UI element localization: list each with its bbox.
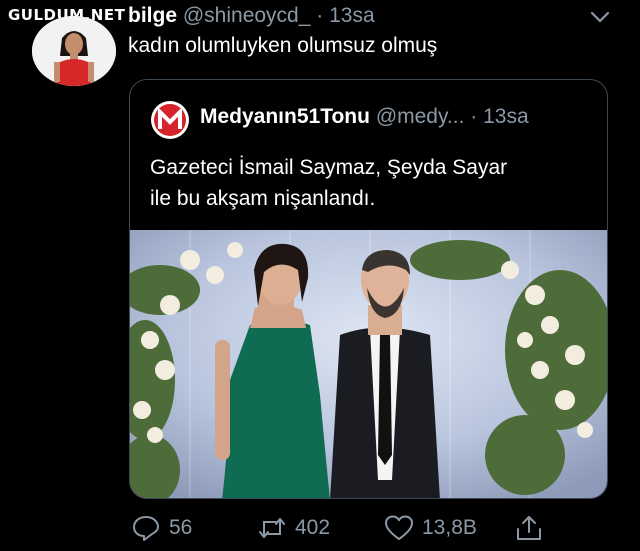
separator: · bbox=[316, 4, 324, 27]
timestamp[interactable]: 13sa bbox=[329, 4, 375, 27]
reply-icon bbox=[133, 516, 159, 541]
avatar[interactable] bbox=[32, 16, 116, 86]
chevron-down-icon[interactable] bbox=[588, 8, 612, 26]
quoted-tweet[interactable]: Medyanın51Tonu @medy... · 13sa Gazeteci … bbox=[129, 79, 608, 499]
medya-logo-icon[interactable] bbox=[150, 100, 190, 140]
avatar-image bbox=[32, 16, 116, 86]
quoted-timestamp[interactable]: 13sa bbox=[483, 105, 529, 128]
retweet-button[interactable]: 402 bbox=[257, 510, 330, 546]
quoted-separator: · bbox=[470, 105, 478, 128]
retweet-icon bbox=[259, 518, 285, 538]
user-handle[interactable]: @shineoycd_ bbox=[183, 4, 311, 27]
display-name[interactable]: bilge bbox=[128, 4, 177, 27]
like-button[interactable]: 13,8B bbox=[384, 510, 477, 546]
quoted-display-name[interactable]: Medyanın51Tonu bbox=[200, 105, 370, 128]
quoted-tweet-text: Gazeteci İsmail Saymaz, Şeyda Sayar ile … bbox=[150, 152, 590, 214]
quoted-text-line-1: Gazeteci İsmail Saymaz, Şeyda Sayar bbox=[150, 156, 508, 179]
like-count: 13,8B bbox=[422, 516, 477, 539]
quoted-tweet-photo[interactable] bbox=[130, 230, 607, 498]
heart-icon bbox=[385, 515, 413, 540]
quoted-text-line-2: ile bu akşam nişanlandı. bbox=[150, 187, 376, 210]
reply-button[interactable]: 56 bbox=[131, 510, 192, 546]
reply-count: 56 bbox=[169, 516, 193, 539]
tweet-actions: 56 402 13,8B bbox=[129, 510, 609, 546]
quoted-tweet-header: Medyanın51Tonu @medy... · 13sa bbox=[200, 105, 529, 129]
tweet-text: kadın olumluyken olumsuz olmuş bbox=[128, 34, 438, 57]
share-button[interactable] bbox=[514, 510, 544, 546]
tweet-header: bilge @shineoycd_ · 13sa bbox=[128, 4, 375, 28]
share-icon bbox=[517, 516, 541, 540]
quoted-user-handle[interactable]: @medy... bbox=[376, 105, 465, 128]
retweet-count: 402 bbox=[295, 516, 331, 539]
